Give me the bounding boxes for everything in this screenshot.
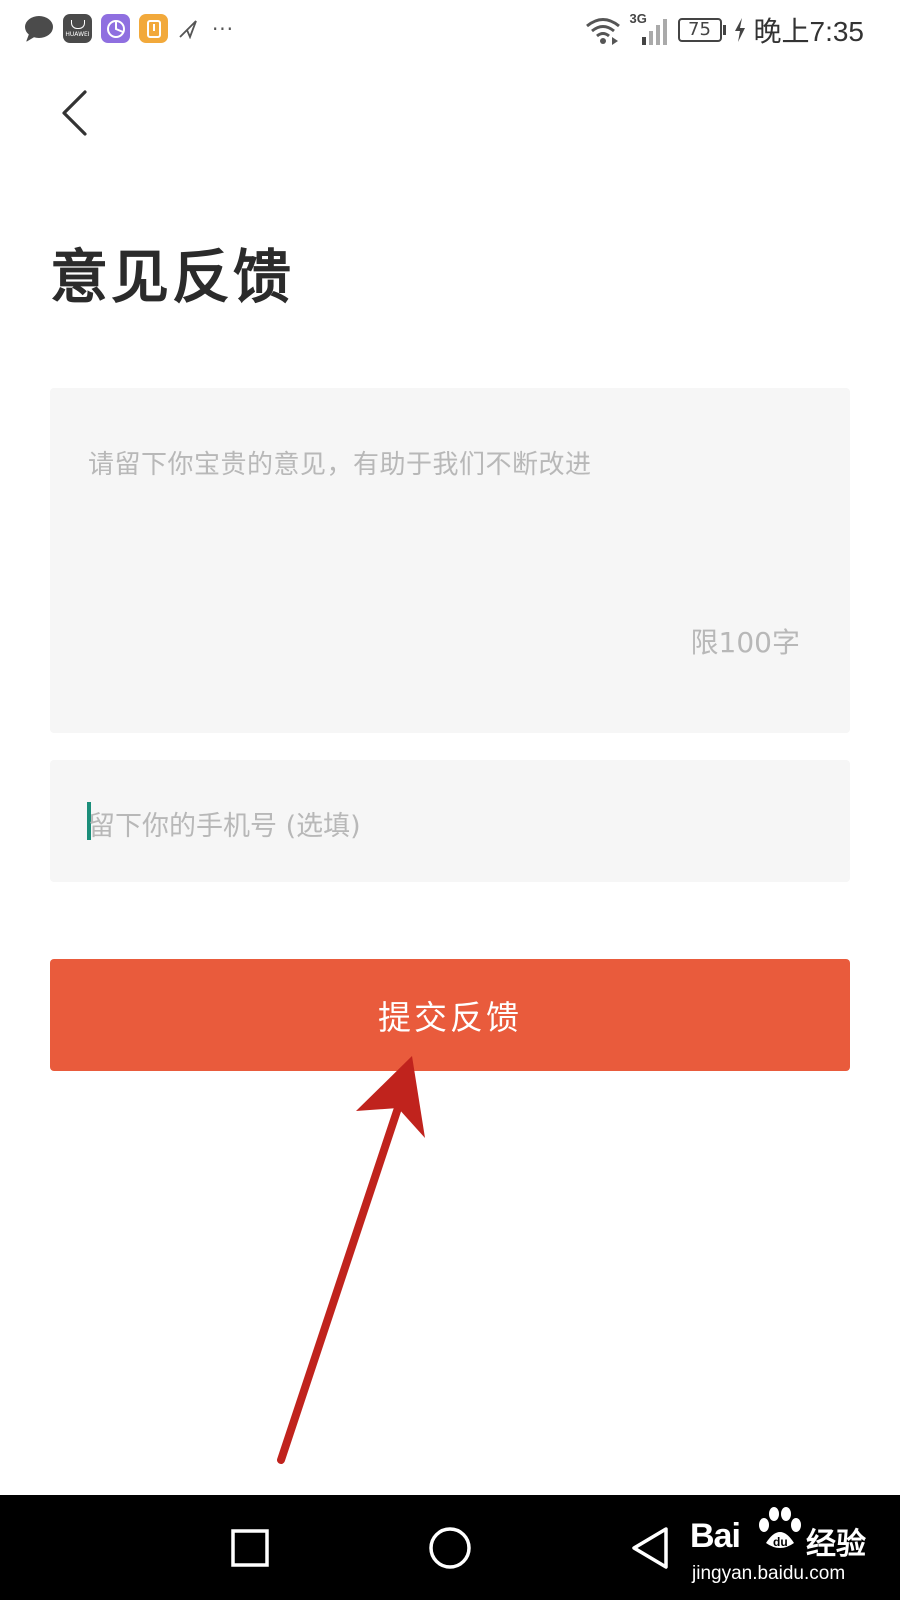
cellular-signal: 3G (630, 11, 670, 47)
notification-icons: HUAWEI ··· (24, 14, 238, 43)
phone-placeholder: 留下你的手机号 (选填) (88, 811, 361, 842)
purple-app-icon (101, 14, 130, 43)
char-limit-label: 限100字 (690, 626, 800, 659)
svg-text:du: du (773, 1535, 788, 1549)
paw-icon: du (759, 1507, 801, 1549)
home-icon (429, 1527, 471, 1569)
clock: 晚上7:35 (753, 16, 865, 47)
watermark-url: jingyan.baidu.com (692, 1563, 846, 1584)
feedback-placeholder: 请留下你宝贵的意见，有助于我们不断改进 (88, 450, 592, 480)
baidu-jingyan-watermark: Bai du 经验 jingyan.baidu.com (690, 1505, 890, 1593)
orange-app-icon (139, 14, 168, 43)
recent-apps-button[interactable] (225, 1523, 275, 1573)
more-icon: ··· (211, 16, 235, 41)
battery-level: 75 (677, 18, 722, 42)
wifi-icon (585, 18, 620, 45)
home-button[interactable] (425, 1523, 475, 1573)
status-indicators: 3G 75 晚上7:35 (584, 11, 865, 48)
back-button[interactable] (50, 82, 98, 144)
huawei-store-icon: HUAWEI (63, 14, 92, 43)
message-icon (24, 14, 54, 43)
charging-icon (734, 18, 745, 42)
submit-feedback-button[interactable]: 提交反馈 (50, 959, 850, 1071)
chevron-left-icon (62, 90, 87, 136)
phone-input[interactable]: 留下你的手机号 (选填) (50, 760, 850, 882)
send-icon (177, 14, 199, 43)
page-title: 意见反馈 (50, 243, 295, 311)
watermark-suffix: 经验 (806, 1527, 866, 1562)
battery-indicator: 75 (677, 18, 726, 42)
back-icon (632, 1527, 668, 1569)
nav-back-button[interactable] (625, 1523, 675, 1573)
status-bar: HUAWEI ··· 3G 75 晚上7:35 (0, 0, 900, 62)
feedback-textarea[interactable]: 请留下你宝贵的意见，有助于我们不断改进 限100字 (50, 388, 850, 733)
navigation-bar: Bai du 经验 jingyan.baidu.com (0, 1495, 900, 1600)
recent-apps-icon (231, 1529, 269, 1567)
watermark-brand: Bai (690, 1517, 741, 1555)
signal-icon (641, 19, 667, 45)
